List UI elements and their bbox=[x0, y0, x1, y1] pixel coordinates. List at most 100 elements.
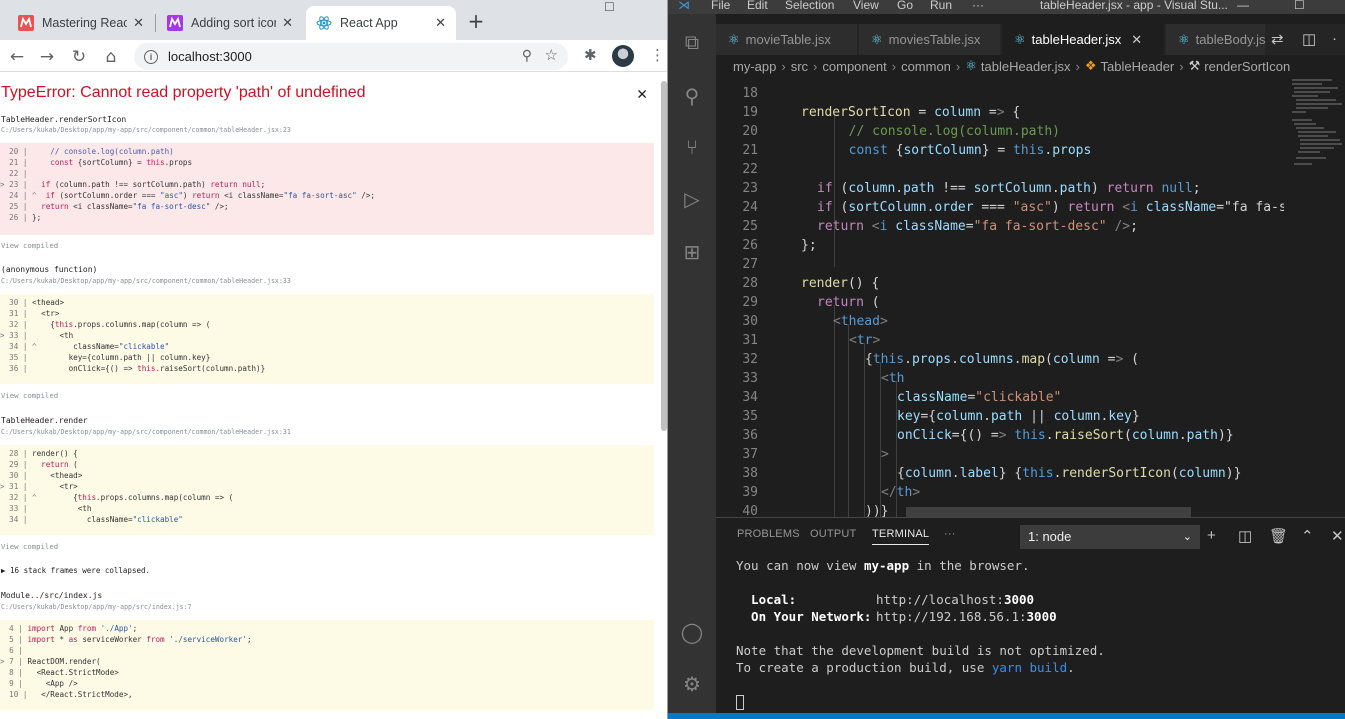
profile-avatar[interactable] bbox=[612, 45, 634, 67]
trash-icon[interactable]: 🗑 bbox=[1269, 527, 1288, 545]
snippet-line: 29 | return ( bbox=[0, 460, 78, 469]
close-icon[interactable]: ✕ bbox=[435, 15, 446, 31]
code-text: if (column.path !== sortColumn.path) ret… bbox=[817, 181, 1201, 196]
minimap[interactable] bbox=[1284, 77, 1345, 517]
menu-view[interactable]: View bbox=[853, 0, 879, 12]
menu-more[interactable]: ··· bbox=[972, 0, 984, 12]
split-editor-icon[interactable]: ◫ bbox=[1302, 30, 1316, 48]
zoom-icon[interactable]: ⚲ bbox=[522, 47, 532, 64]
vscode-logo-icon: ⋊ bbox=[678, 0, 690, 12]
more-menu-icon[interactable]: ⋮ bbox=[650, 46, 665, 64]
code-line: 29 return ( bbox=[716, 293, 1332, 312]
menu-selection[interactable]: Selection bbox=[785, 0, 834, 12]
browser-window: Mastering React ✕ Adding sort icon ✕ Rea… bbox=[0, 0, 668, 719]
snippet-line: 20 | // console.log(column.path) bbox=[0, 147, 174, 156]
more-actions-icon[interactable]: · bbox=[1332, 30, 1337, 47]
panel-tab-terminal[interactable]: TERMINAL bbox=[872, 528, 930, 545]
browser-tab-adding-sort-icon[interactable]: Adding sort icon ✕ bbox=[157, 6, 303, 40]
stack-frame-path[interactable]: C:/Users/kukab/Desktop/app/my-app/src/in… bbox=[1, 603, 192, 611]
panel-tab-problems[interactable]: PROBLEMS bbox=[737, 528, 800, 540]
accounts-icon[interactable]: ◯ bbox=[680, 620, 704, 644]
line-number: 33 bbox=[742, 371, 758, 386]
menu-go[interactable]: Go bbox=[897, 0, 913, 12]
home-icon[interactable]: ⌂ bbox=[100, 46, 122, 68]
snippet-line: > 7 | ReactDOM.render( bbox=[0, 657, 101, 666]
title-bar: ⋊ File Edit Selection View Go Run ··· ta… bbox=[668, 0, 1345, 14]
breadcrumb-item[interactable]: component bbox=[822, 59, 886, 74]
new-terminal-icon[interactable]: + bbox=[1207, 527, 1216, 544]
menu-edit[interactable]: Edit bbox=[747, 0, 768, 12]
collapsed-frames-toggle[interactable]: ▶ 16 stack frames were collapsed. bbox=[1, 566, 150, 575]
browser-tab-react-app[interactable]: React App ✕ bbox=[306, 6, 456, 40]
scrollbar[interactable] bbox=[661, 81, 667, 431]
breadcrumb-item[interactable]: renderSortIcon bbox=[1204, 59, 1290, 74]
open-changes-icon[interactable]: ⇄ bbox=[1271, 30, 1284, 48]
breadcrumb-item[interactable]: TableHeader bbox=[1101, 59, 1175, 74]
view-compiled-link[interactable]: View compiled bbox=[1, 391, 58, 400]
run-debug-icon[interactable]: ▷ bbox=[680, 187, 704, 211]
new-tab-button[interactable]: + bbox=[462, 7, 490, 35]
forward-arrow-icon[interactable]: → bbox=[36, 46, 58, 68]
close-icon[interactable]: ✕ bbox=[637, 84, 647, 104]
tab-label: React App bbox=[340, 16, 398, 30]
stack-frame-path[interactable]: C:/Users/kukab/Desktop/app/my-app/src/co… bbox=[1, 277, 291, 285]
tab-movietable[interactable]: ⚛ movieTable.jsx bbox=[716, 24, 858, 55]
terminal-line: On Your Network: http://192.168.56.1:3000 bbox=[736, 609, 1057, 624]
stack-frame-path[interactable]: C:/Users/kukab/Desktop/app/my-app/src/co… bbox=[1, 126, 291, 134]
close-icon[interactable]: ✕ bbox=[133, 15, 144, 31]
view-compiled-link[interactable]: View compiled bbox=[1, 241, 58, 250]
restore-icon[interactable]: ☐ bbox=[1294, 0, 1305, 12]
extensions-icon[interactable]: ⊞ bbox=[680, 240, 704, 264]
snippet-line: 30 | <thead> bbox=[0, 471, 83, 480]
code-snippet: 4 | import App from './App'; 5 | import … bbox=[0, 620, 654, 710]
line-number: 24 bbox=[742, 200, 758, 215]
info-icon[interactable]: i bbox=[144, 49, 158, 64]
breadcrumb-item[interactable]: src bbox=[791, 59, 808, 74]
line-number: 23 bbox=[742, 181, 758, 196]
terminal-select[interactable]: 1: node ⌄ bbox=[1020, 525, 1200, 549]
restore-icon[interactable]: ☐ bbox=[604, 0, 615, 14]
code-text: </th> bbox=[881, 485, 921, 500]
tab-label: tableHeader.jsx bbox=[1031, 32, 1122, 47]
snippet-line: 34 | className="clickable" bbox=[0, 515, 183, 524]
browser-tab-mastering-react[interactable]: Mastering React ✕ bbox=[8, 6, 154, 40]
explorer-icon[interactable]: ⧉ bbox=[680, 31, 704, 55]
close-icon[interactable]: ✕ bbox=[1331, 527, 1344, 545]
tab-tablebody[interactable]: ⚛ tableBody.js bbox=[1166, 24, 1266, 55]
code-editor[interactable]: 18 19 renderSortIcon = column => {20 // co… bbox=[716, 77, 1332, 517]
react-icon: ⚛ bbox=[1014, 31, 1026, 47]
split-terminal-icon[interactable]: ◫ bbox=[1238, 527, 1252, 545]
view-compiled-link[interactable]: View compiled bbox=[1, 542, 58, 551]
breadcrumb-item[interactable]: my-app bbox=[733, 59, 776, 74]
horizontal-scrollbar[interactable] bbox=[906, 507, 1191, 517]
breadcrumb-item[interactable]: tableHeader.jsx bbox=[981, 59, 1071, 74]
star-icon[interactable]: ☆ bbox=[545, 46, 558, 64]
code-line: 28 render() { bbox=[716, 274, 1332, 293]
tab-moviestable[interactable]: ⚛ moviesTable.jsx bbox=[859, 24, 1001, 55]
stack-frame-path[interactable]: C:/Users/kukab/Desktop/app/my-app/src/co… bbox=[1, 428, 291, 436]
menu-run[interactable]: Run bbox=[930, 0, 952, 12]
panel-more[interactable]: ··· bbox=[944, 528, 956, 540]
menu-file[interactable]: File bbox=[711, 0, 730, 12]
tab-tableheader[interactable]: ⚛ tableHeader.jsx ✕ bbox=[1002, 24, 1165, 55]
chevron-up-icon[interactable]: ⌃ bbox=[1301, 527, 1314, 545]
url-input[interactable]: i localhost:3000 ⚲ ☆ bbox=[134, 43, 568, 70]
close-icon[interactable]: ✕ bbox=[1131, 32, 1142, 48]
tab-label: Mastering React bbox=[42, 16, 128, 30]
reload-icon[interactable]: ↻ bbox=[68, 46, 90, 68]
source-control-icon[interactable]: ⑂ bbox=[680, 136, 704, 160]
line-number: 36 bbox=[742, 428, 758, 443]
code-line: 27 bbox=[716, 255, 1332, 274]
back-arrow-icon[interactable]: ← bbox=[6, 46, 28, 68]
close-icon[interactable]: ✕ bbox=[282, 15, 293, 31]
code-text: {this.props.columns.map(column => ( bbox=[865, 352, 1139, 367]
url-text: localhost:3000 bbox=[168, 49, 252, 64]
breadcrumb-item[interactable]: common bbox=[901, 59, 951, 74]
code-line: 30 <thead> bbox=[716, 312, 1332, 331]
search-icon[interactable]: ⚲ bbox=[680, 84, 704, 108]
extensions-icon[interactable]: ✱ bbox=[584, 46, 597, 64]
minimize-icon[interactable]: — bbox=[1237, 0, 1249, 12]
panel-tab-output[interactable]: OUTPUT bbox=[810, 528, 856, 540]
settings-gear-icon[interactable]: ⚙ bbox=[680, 672, 704, 696]
code-text: return <i className="fa fa-sort-desc" />… bbox=[817, 219, 1138, 234]
